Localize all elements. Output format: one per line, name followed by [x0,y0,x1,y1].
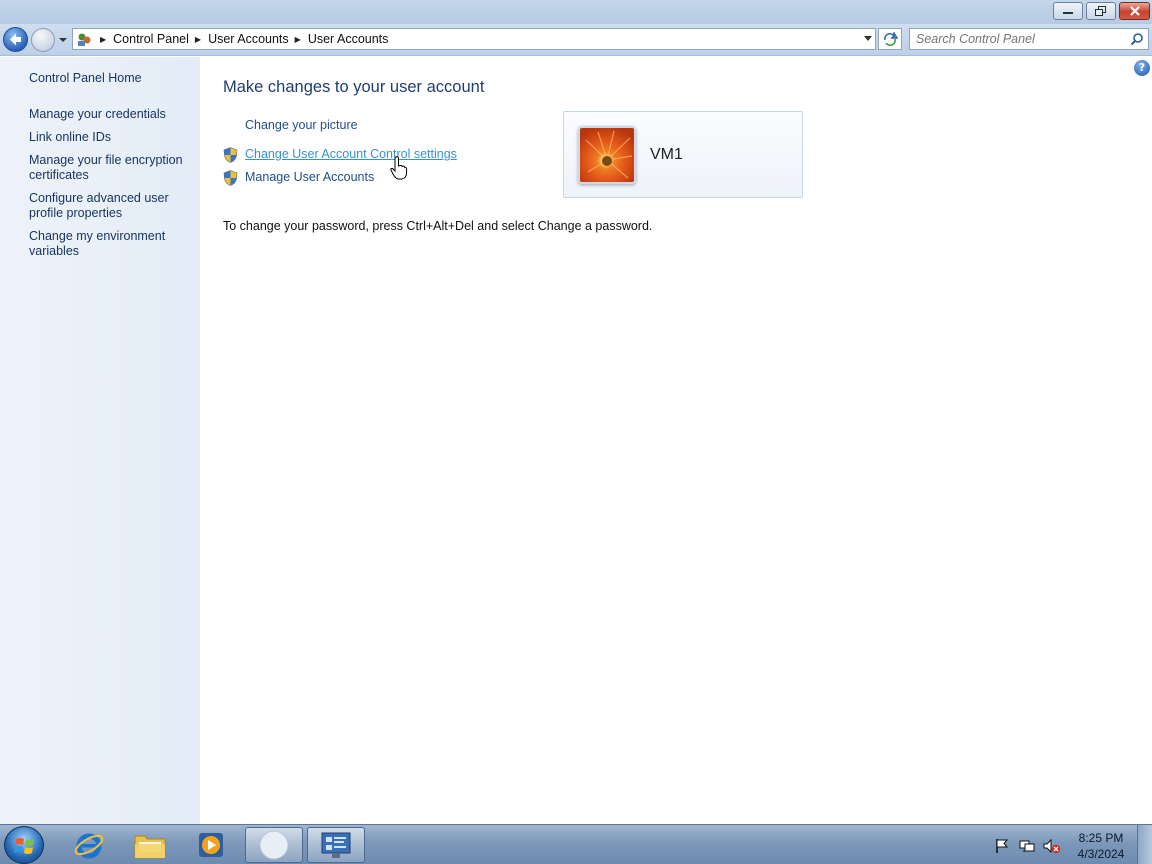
flower-picture-icon [585,130,633,179]
sidebar-item-control-panel-home[interactable]: Control Panel Home [29,71,194,86]
close-icon [1129,6,1140,16]
breadcrumb-separator-icon: ▶ [100,34,107,44]
refresh-icon [884,32,898,46]
sidebar-item-manage-credentials[interactable]: Manage your credentials [29,107,194,122]
taskbar-control-panel[interactable] [307,827,365,863]
action-center-flag-icon[interactable] [994,838,1010,854]
address-dropdown-icon[interactable] [864,36,872,41]
minimize-button[interactable] [1053,2,1083,20]
forward-button[interactable] [31,28,55,52]
page-title: Make changes to your user account [223,78,485,96]
taskbar-blank-window[interactable] [245,827,303,863]
internet-explorer-icon [74,833,104,859]
taskbar-windows-explorer[interactable] [121,827,179,863]
blank-window-icon [259,830,289,860]
breadcrumb-current-page[interactable]: User Accounts [308,32,389,46]
volume-muted-icon[interactable] [1043,838,1061,854]
restore-icon [1095,6,1106,16]
recent-pages-button[interactable] [57,33,69,47]
windows-logo-icon [14,838,34,854]
navigation-bar: ▶ Control Panel ▶ User Accounts ▶ User A… [0,24,1152,56]
taskbar: 8:25 PM 4/3/2024 [0,824,1152,864]
sidebar-item-environment-variables[interactable]: Change my environment variables [29,229,194,259]
close-button[interactable] [1119,2,1150,20]
search-icon[interactable] [1130,32,1144,46]
back-arrow-icon [10,33,21,46]
manage-user-accounts-link[interactable]: Manage User Accounts [245,170,374,184]
change-uac-settings-link[interactable]: Change User Account Control settings [245,147,457,161]
breadcrumb-user-accounts[interactable]: User Accounts [208,32,289,46]
control-panel-icon [321,832,351,858]
address-bar[interactable]: ▶ Control Panel ▶ User Accounts ▶ User A… [72,28,876,50]
account-name: VM1 [650,146,683,163]
sidebar-item-advanced-profile-properties[interactable]: Configure advanced user profile properti… [29,191,194,221]
account-card: VM1 [563,111,803,198]
hand-cursor-icon [390,156,408,180]
minimize-icon [1063,12,1073,14]
restore-button[interactable] [1086,2,1116,20]
taskbar-internet-explorer[interactable] [60,827,118,863]
sidebar-item-file-encryption-certificates[interactable]: Manage your file encryption certificates [29,153,194,183]
back-button[interactable] [3,27,28,52]
clock-time[interactable]: 8:25 PM [1071,831,1131,845]
title-bar [0,0,1152,24]
search-box[interactable] [909,28,1149,50]
chevron-down-icon [59,38,67,42]
taskbar-media-player[interactable] [182,827,240,863]
windows-explorer-icon [134,835,166,859]
search-input[interactable] [916,29,1126,49]
media-player-icon [199,833,223,857]
clock-date[interactable]: 4/3/2024 [1071,847,1131,861]
control-panel-icon [78,33,91,46]
main-content: ? Make changes to your user account Chan… [200,57,1152,824]
breadcrumb-separator-icon: ▶ [294,34,301,44]
sidebar: Control Panel Home Manage your credentia… [0,57,200,824]
uac-shield-icon [223,147,238,163]
avatar [578,126,636,184]
change-picture-link[interactable]: Change your picture [245,118,358,132]
password-note: To change your password, press Ctrl+Alt+… [223,219,653,233]
start-button[interactable] [4,826,44,864]
help-icon[interactable]: ? [1134,60,1150,76]
refresh-button[interactable] [878,28,902,50]
show-desktop-button[interactable] [1137,825,1152,864]
breadcrumb-control-panel[interactable]: Control Panel [113,32,189,46]
breadcrumb-separator-icon: ▶ [194,34,202,44]
network-icon[interactable] [1019,838,1035,854]
sidebar-item-link-online-ids[interactable]: Link online IDs [29,130,194,145]
uac-shield-icon [223,170,238,186]
